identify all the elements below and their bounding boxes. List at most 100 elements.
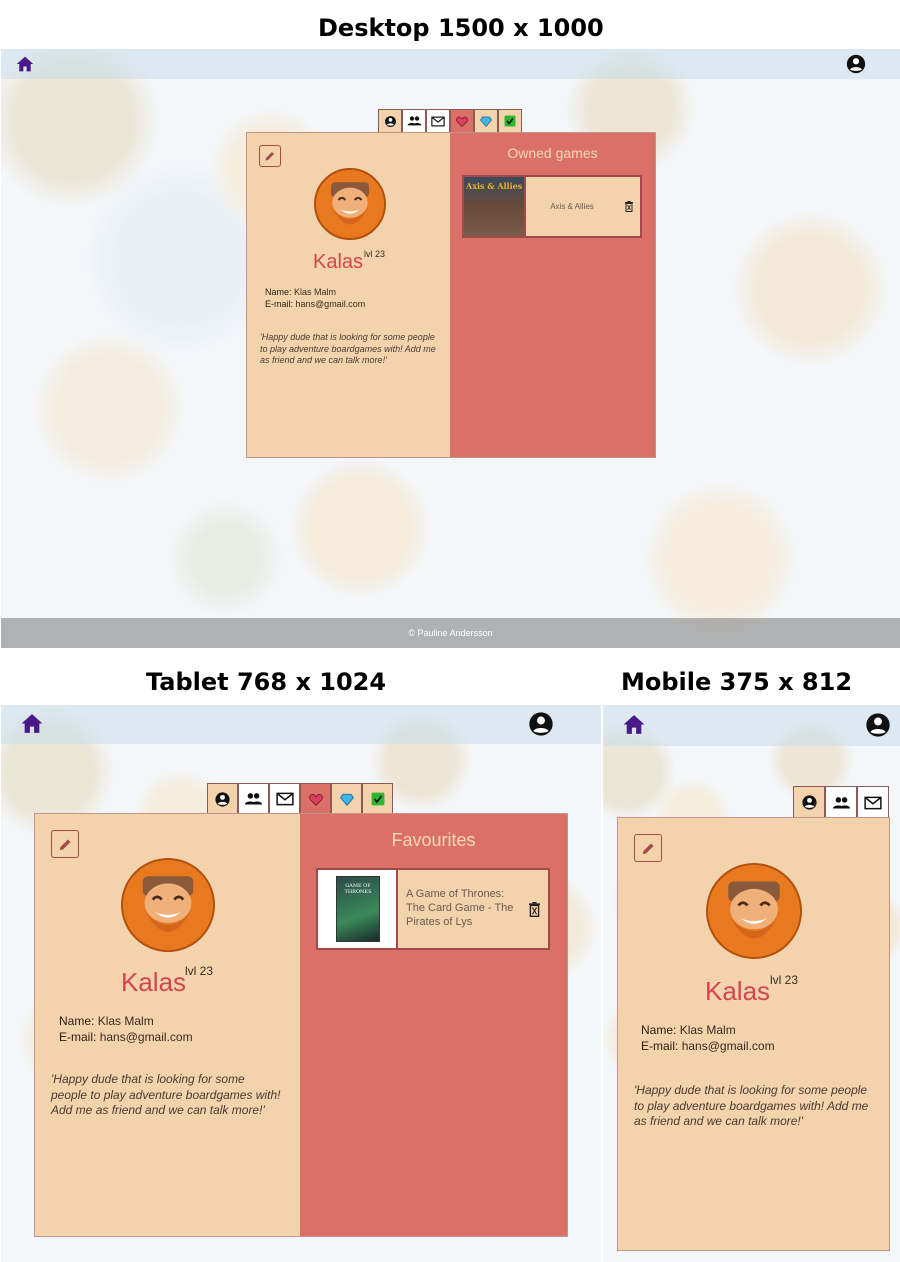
pencil-icon	[59, 839, 70, 850]
user-bio: 'Happy dude that is looking for some peo…	[260, 332, 436, 366]
avatar	[121, 858, 215, 952]
pencil-icon	[265, 152, 274, 161]
tab-wishlist[interactable]	[331, 783, 362, 814]
user-bio: 'Happy dude that is looking for some peo…	[51, 1072, 281, 1118]
gem-icon	[480, 116, 492, 127]
check-icon	[371, 792, 384, 806]
friends-icon	[244, 793, 263, 805]
user-info: Name: Klas Malm E-mail: hans@gmail.com	[641, 1023, 775, 1054]
email-label: E-mail:	[59, 1029, 97, 1044]
home-icon[interactable]	[15, 55, 35, 77]
user-info: Name: Klas Malm E-mail: hans@gmail.com	[59, 1014, 193, 1045]
home-icon[interactable]	[19, 712, 45, 739]
name-value: Klas Malm	[294, 287, 337, 297]
thumbnail-label: GAME OF THRONES	[344, 883, 372, 895]
tab-played[interactable]	[362, 783, 393, 814]
tab-friends[interactable]	[238, 783, 269, 814]
desktop-screen: Kalas lvl 23 Name: Klas Malm E-mail: han…	[1, 49, 900, 648]
desktop-heading: Desktop 1500 x 1000	[318, 14, 604, 42]
edit-button[interactable]	[259, 145, 281, 167]
game-card[interactable]: Axis & Allies Axis & Allies	[462, 175, 642, 238]
owned-games-panel: Owned games Axis & Allies Axis & Allies	[450, 133, 655, 457]
home-icon[interactable]	[621, 713, 647, 740]
tab-mail[interactable]	[426, 109, 450, 132]
gem-icon	[339, 793, 354, 806]
tab-friends[interactable]	[825, 786, 857, 818]
mail-icon	[431, 116, 445, 126]
user-icon[interactable]	[845, 53, 867, 79]
email-value: hans@gmail.com	[681, 1038, 775, 1053]
profile-icon	[215, 791, 230, 807]
heart-icon	[456, 116, 468, 127]
mail-icon	[275, 792, 294, 806]
name-label: Name:	[265, 287, 292, 297]
profile-icon	[801, 795, 817, 810]
tab-profile[interactable]	[207, 783, 238, 814]
game-title: Axis & Allies	[550, 201, 594, 211]
footer-copyright: © Pauline Andersson	[408, 628, 493, 638]
profile-icon	[384, 115, 396, 127]
user-level: lvl 23	[770, 973, 799, 987]
profile-card: Kalas lvl 23 Name: Klas Malm E-mail: han…	[34, 813, 568, 1237]
email-label: E-mail:	[265, 298, 294, 309]
mobile-heading: Mobile 375 x 812	[621, 668, 853, 696]
tablet-screen: Kalas lvl 23 Name: Klas Malm E-mail: han…	[1, 705, 601, 1262]
name-label: Name:	[641, 1023, 677, 1037]
footer: © Pauline Andersson	[1, 618, 900, 648]
tab-favourites[interactable]	[450, 109, 474, 132]
email-value: hans@gmail.com	[99, 1029, 193, 1044]
panel-title: Favourites	[391, 830, 476, 850]
favourites-panel: Favourites GAME OF THRONES A Game of Thr…	[300, 814, 567, 1236]
tablet-heading: Tablet 768 x 1024	[146, 668, 387, 696]
tab-mail[interactable]	[269, 783, 300, 814]
friends-icon	[407, 116, 421, 126]
tab-profile[interactable]	[378, 109, 402, 132]
user-level: lvl 23	[364, 249, 386, 259]
game-title: A Game of Thrones: The Card Game - The P…	[406, 888, 514, 928]
user-bio: 'Happy dude that is looking for some peo…	[634, 1083, 869, 1129]
game-thumbnail: Axis & Allies	[464, 177, 526, 236]
trash-icon[interactable]	[618, 201, 640, 212]
nav-bar	[1, 705, 601, 744]
edit-button[interactable]	[51, 830, 79, 858]
email-label: E-mail:	[641, 1038, 679, 1053]
email-value: hans@gmail.com	[295, 298, 366, 309]
pencil-icon	[642, 843, 653, 854]
tab-profile[interactable]	[793, 786, 825, 818]
username: Kalas	[121, 967, 187, 997]
tab-friends[interactable]	[402, 109, 426, 132]
profile-card: Kalas lvl 23 Name: Klas Malm E-mail: han…	[617, 817, 890, 1251]
name-value: Klas Malm	[679, 1023, 736, 1037]
name-label: Name:	[59, 1014, 95, 1028]
user-info: Name: Klas Malm E-mail: hans@gmail.com	[265, 287, 365, 310]
profile-tabs	[378, 109, 522, 132]
username: Kalas	[705, 976, 771, 1006]
user-level: lvl 23	[185, 964, 214, 978]
trash-icon[interactable]	[520, 901, 548, 917]
heart-icon	[308, 793, 323, 806]
game-thumbnail: GAME OF THRONES	[318, 870, 398, 948]
mail-icon	[864, 796, 882, 809]
username: Kalas	[313, 251, 364, 273]
nav-bar	[603, 705, 900, 746]
thumbnail-label: Axis & Allies	[466, 181, 523, 191]
profile-tabs	[207, 783, 393, 814]
tab-played[interactable]	[498, 109, 522, 132]
profile-card: Kalas lvl 23 Name: Klas Malm E-mail: han…	[246, 132, 656, 458]
user-icon[interactable]	[864, 711, 892, 743]
avatar	[706, 863, 802, 959]
user-icon[interactable]	[527, 710, 555, 742]
friends-icon	[832, 796, 850, 808]
avatar	[314, 168, 386, 240]
profile-tabs	[793, 786, 889, 818]
game-card[interactable]: GAME OF THRONES A Game of Thrones: The C…	[316, 868, 550, 950]
panel-title: Owned games	[507, 145, 598, 161]
mobile-screen: Kalas lvl 23 Name: Klas Malm E-mail: han…	[603, 705, 900, 1262]
name-value: Klas Malm	[97, 1014, 154, 1028]
nav-bar	[1, 49, 900, 79]
tab-mail[interactable]	[857, 786, 889, 818]
check-icon	[504, 115, 516, 127]
edit-button[interactable]	[634, 834, 662, 862]
tab-favourites[interactable]	[300, 783, 331, 814]
tab-wishlist[interactable]	[474, 109, 498, 132]
